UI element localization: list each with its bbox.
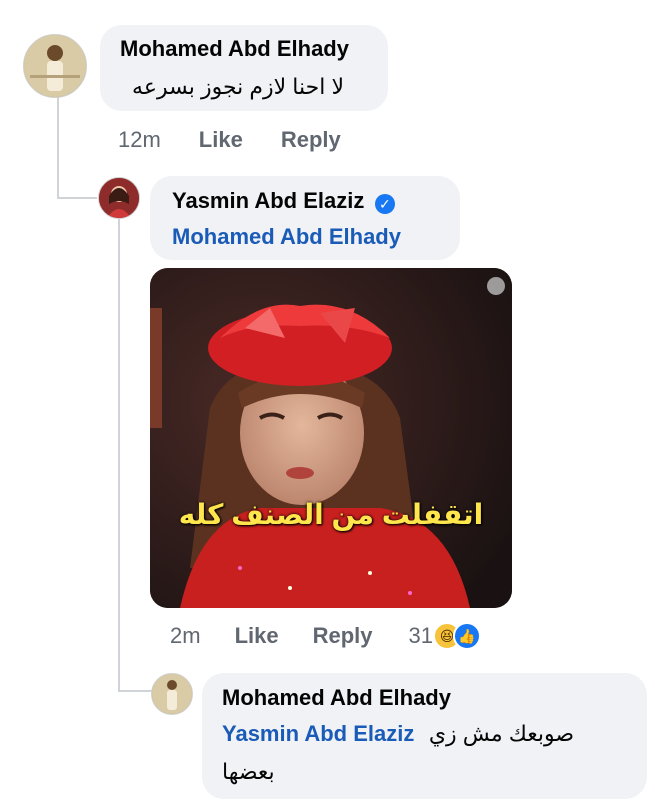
comment-time[interactable]: 12m (118, 127, 161, 153)
avatar[interactable] (23, 34, 87, 98)
like-button[interactable]: Like (235, 623, 279, 649)
comment-bubble: Mohamed Abd Elhady لا احنا لازم نجوز بسر… (100, 25, 388, 111)
comment-text-continued: بعضها (222, 759, 275, 784)
like-button[interactable]: Like (199, 127, 243, 153)
comment-bubble: Yasmin Abd Elaziz ✓ Mohamed Abd Elhady (150, 176, 460, 260)
meme-caption: اتقفلت من الصنف كله (178, 499, 484, 530)
comment-actions: 12m Like Reply (118, 127, 379, 153)
comment-bubble: Mohamed Abd Elhady Yasmin Abd Elaziz صوب… (202, 673, 647, 799)
comment-text-row: Yasmin Abd Elaziz صوبعك مش زي (222, 721, 627, 747)
avatar-image (152, 674, 192, 714)
avatar-image (99, 178, 139, 218)
reply-button[interactable]: Reply (313, 623, 373, 649)
thread-line-nested (118, 216, 120, 692)
mention-tag[interactable]: Yasmin Abd Elaziz (222, 721, 414, 746)
mention-tag[interactable]: Mohamed Abd Elhady (172, 224, 401, 250)
meme-picture (150, 268, 512, 608)
comment-text: صوبعك مش زي (428, 721, 575, 746)
thread-line-nested-curve (118, 690, 152, 692)
verified-badge-icon: ✓ (374, 193, 395, 214)
like-reaction-icon: 👍 (453, 622, 481, 650)
comment-text: لا احنا لازم نجوز بسرعه (132, 74, 344, 99)
comment-author-row: Yasmin Abd Elaziz ✓ (172, 188, 395, 214)
avatar[interactable] (151, 673, 193, 715)
comment-time[interactable]: 2m (170, 623, 201, 649)
comment-author[interactable]: Mohamed Abd Elhady (120, 36, 349, 62)
reaction-count: 31 (408, 623, 433, 648)
comment-author[interactable]: Mohamed Abd Elhady (222, 685, 451, 711)
thread-line-curve (57, 197, 97, 199)
meme-image[interactable]: اتقفلت من الصنف كله (150, 268, 512, 608)
thread-line (57, 94, 59, 199)
comment-author[interactable]: Yasmin Abd Elaziz (172, 188, 364, 213)
avatar-image (24, 35, 86, 97)
reactions-summary[interactable]: 31 😆 👍 (409, 622, 481, 650)
comment-actions: 2m Like Reply 31 😆 👍 (170, 622, 481, 650)
avatar[interactable] (98, 177, 140, 219)
reply-button[interactable]: Reply (281, 127, 341, 153)
